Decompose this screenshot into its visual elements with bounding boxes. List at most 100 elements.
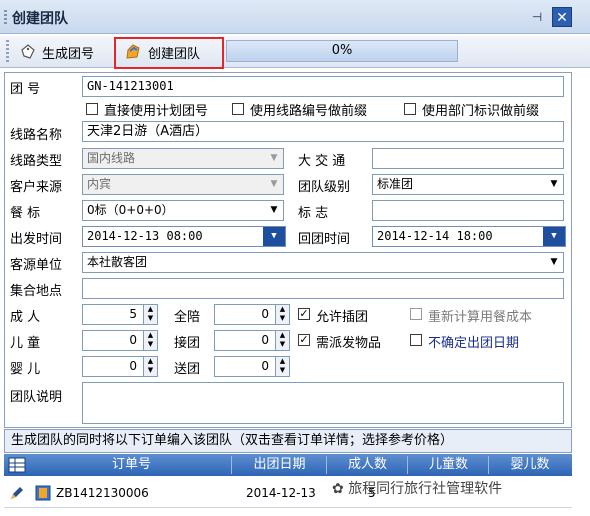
infant-value: 0 <box>129 359 137 373</box>
generate-group-no-label: 生成团号 <box>42 46 95 62</box>
use-route-prefix-label: 使用线路编号做前缀 <box>250 104 368 119</box>
column-depart-date[interactable]: 出团日期 <box>233 456 327 474</box>
close-button[interactable]: ✕ <box>552 7 572 27</box>
group-no-label: 团 号 <box>10 82 41 97</box>
order-grid-caption: 生成团队的同时将以下订单编入该团队（双击查看订单详情；选择参考价格） <box>4 429 572 453</box>
spin-arrows-icon[interactable]: ▲ ▼ <box>275 305 289 324</box>
chevron-down-icon: ▼ <box>270 179 278 189</box>
column-adult-count[interactable]: 成人数 <box>328 456 408 474</box>
dropoff-stepper[interactable]: 0 ▲ ▼ <box>214 356 290 377</box>
generate-group-no-button[interactable]: 生成团号 <box>16 40 98 64</box>
source-unit-value: 本社散客团 <box>87 255 148 269</box>
allow-insert-checkbox[interactable]: ✓ <box>298 308 310 320</box>
calendar-dropdown-icon[interactable]: ▼ <box>263 227 285 246</box>
source-value: 内宾 <box>87 177 112 191</box>
escort-value: 0 <box>261 307 269 321</box>
calendar-dropdown-icon[interactable]: ▼ <box>543 227 565 246</box>
uncertain-date-checkbox[interactable] <box>410 334 422 346</box>
dropoff-value: 0 <box>261 359 269 373</box>
column-child-count[interactable]: 儿童数 <box>409 456 489 474</box>
drag-grip[interactable] <box>4 10 7 24</box>
progress-text: 0% <box>331 43 353 58</box>
spin-arrows-icon[interactable]: ▲ ▼ <box>275 331 289 350</box>
route-name-label: 线路名称 <box>10 128 63 143</box>
child-stepper[interactable]: 0 ▲ ▼ <box>82 330 158 351</box>
route-name-input[interactable]: 天津2日游（A酒店） <box>82 121 564 142</box>
chevron-down-icon: ▼ <box>270 205 278 215</box>
depart-time-value: 2014-12-13 08:00 <box>87 229 203 243</box>
depart-time-label: 出发时间 <box>10 232 63 247</box>
level-label: 团队级别 <box>298 180 351 195</box>
escort-label: 全陪 <box>174 310 201 325</box>
flag-input[interactable] <box>372 200 564 221</box>
meal-label: 餐 标 <box>10 206 41 221</box>
use-route-prefix-checkbox[interactable] <box>232 103 244 115</box>
create-group-label: 创建团队 <box>148 46 201 62</box>
pin-icon[interactable]: ⊣ <box>528 8 546 26</box>
pickup-stepper[interactable]: 0 ▲ ▼ <box>214 330 290 351</box>
use-dept-prefix-label: 使用部门标识做前缀 <box>422 104 540 119</box>
flag-label: 标 志 <box>298 206 329 221</box>
source-select[interactable]: 内宾 ▼ <box>82 174 284 195</box>
escort-stepper[interactable]: 0 ▲ ▼ <box>214 304 290 325</box>
pickup-label: 接团 <box>174 336 201 351</box>
source-unit-select[interactable]: 本社散客团 ▼ <box>82 252 564 273</box>
transport-label: 大 交 通 <box>298 154 346 169</box>
spin-arrows-icon[interactable]: ▲ ▼ <box>143 331 157 350</box>
meal-value: 0标（0+0+0） <box>87 203 174 217</box>
depart-date-cell: 2014-12-13 <box>246 486 316 500</box>
need-items-label: 需派发物品 <box>316 336 382 351</box>
allow-insert-label: 允许插团 <box>316 310 369 325</box>
book-icon <box>34 484 52 502</box>
depart-time-picker[interactable]: 2014-12-13 08:00 ▼ <box>82 226 286 247</box>
column-infant-count[interactable]: 婴儿数 <box>490 456 570 474</box>
spin-arrows-icon[interactable]: ▲ ▼ <box>275 357 289 376</box>
column-order-no[interactable]: 订单号 <box>32 456 232 474</box>
route-type-value: 国内线路 <box>87 151 136 165</box>
return-time-value: 2014-12-14 18:00 <box>377 229 493 243</box>
use-dept-prefix-checkbox[interactable] <box>404 103 416 115</box>
level-value: 标准团 <box>377 177 414 191</box>
chevron-down-icon: ▼ <box>550 179 558 189</box>
progress-bar: 0% <box>226 40 458 62</box>
spin-arrows-icon[interactable]: ▲ ▼ <box>143 305 157 324</box>
chevron-down-icon: ▼ <box>550 257 558 267</box>
return-time-label: 回团时间 <box>298 232 351 247</box>
pickup-value: 0 <box>261 333 269 347</box>
group-no-input[interactable]: GN-141213001 <box>82 76 564 97</box>
meal-select[interactable]: 0标（0+0+0） ▼ <box>82 200 284 221</box>
use-plan-no-label: 直接使用计划团号 <box>104 104 209 119</box>
description-label: 团队说明 <box>10 390 63 405</box>
watermark: ✿ 旅程同行旅行社管理软件 <box>332 478 502 498</box>
child-label: 儿 童 <box>10 336 41 351</box>
order-no-cell: ZB1412130006 <box>56 486 149 500</box>
source-unit-label: 客源单位 <box>10 258 63 273</box>
recalc-meal-checkbox[interactable] <box>410 308 422 320</box>
grid-icon <box>8 457 28 473</box>
window-title: 创建团队 <box>12 11 68 27</box>
uncertain-date-label: 不确定出团日期 <box>428 336 520 351</box>
meeting-place-input[interactable] <box>82 278 564 299</box>
create-group-button[interactable]: 创建团队 <box>120 40 204 64</box>
source-label: 客户来源 <box>10 180 63 195</box>
level-select[interactable]: 标准团 ▼ <box>372 174 564 195</box>
toolbar-grip[interactable] <box>6 40 9 62</box>
adult-stepper[interactable]: 5 ▲ ▼ <box>82 304 158 325</box>
return-time-picker[interactable]: 2014-12-14 18:00 ▼ <box>372 226 566 247</box>
watermark-text: 旅程同行旅行社管理软件 <box>348 481 503 497</box>
transport-input[interactable] <box>372 148 564 169</box>
adult-label: 成 人 <box>10 310 41 325</box>
recalc-meal-label: 重新计算用餐成本 <box>428 310 533 325</box>
edit-pencil-icon <box>8 484 28 502</box>
route-type-select[interactable]: 国内线路 ▼ <box>82 148 284 169</box>
use-plan-no-checkbox[interactable] <box>86 103 98 115</box>
description-textarea[interactable] <box>82 382 564 424</box>
meeting-place-label: 集合地点 <box>10 284 63 299</box>
infant-stepper[interactable]: 0 ▲ ▼ <box>82 356 158 377</box>
adult-value: 5 <box>129 307 137 321</box>
chevron-down-icon: ▼ <box>270 153 278 163</box>
title-bar <box>0 0 590 34</box>
tag-icon <box>21 44 35 59</box>
spin-arrows-icon[interactable]: ▲ ▼ <box>143 357 157 376</box>
need-items-checkbox[interactable]: ✓ <box>298 334 310 346</box>
